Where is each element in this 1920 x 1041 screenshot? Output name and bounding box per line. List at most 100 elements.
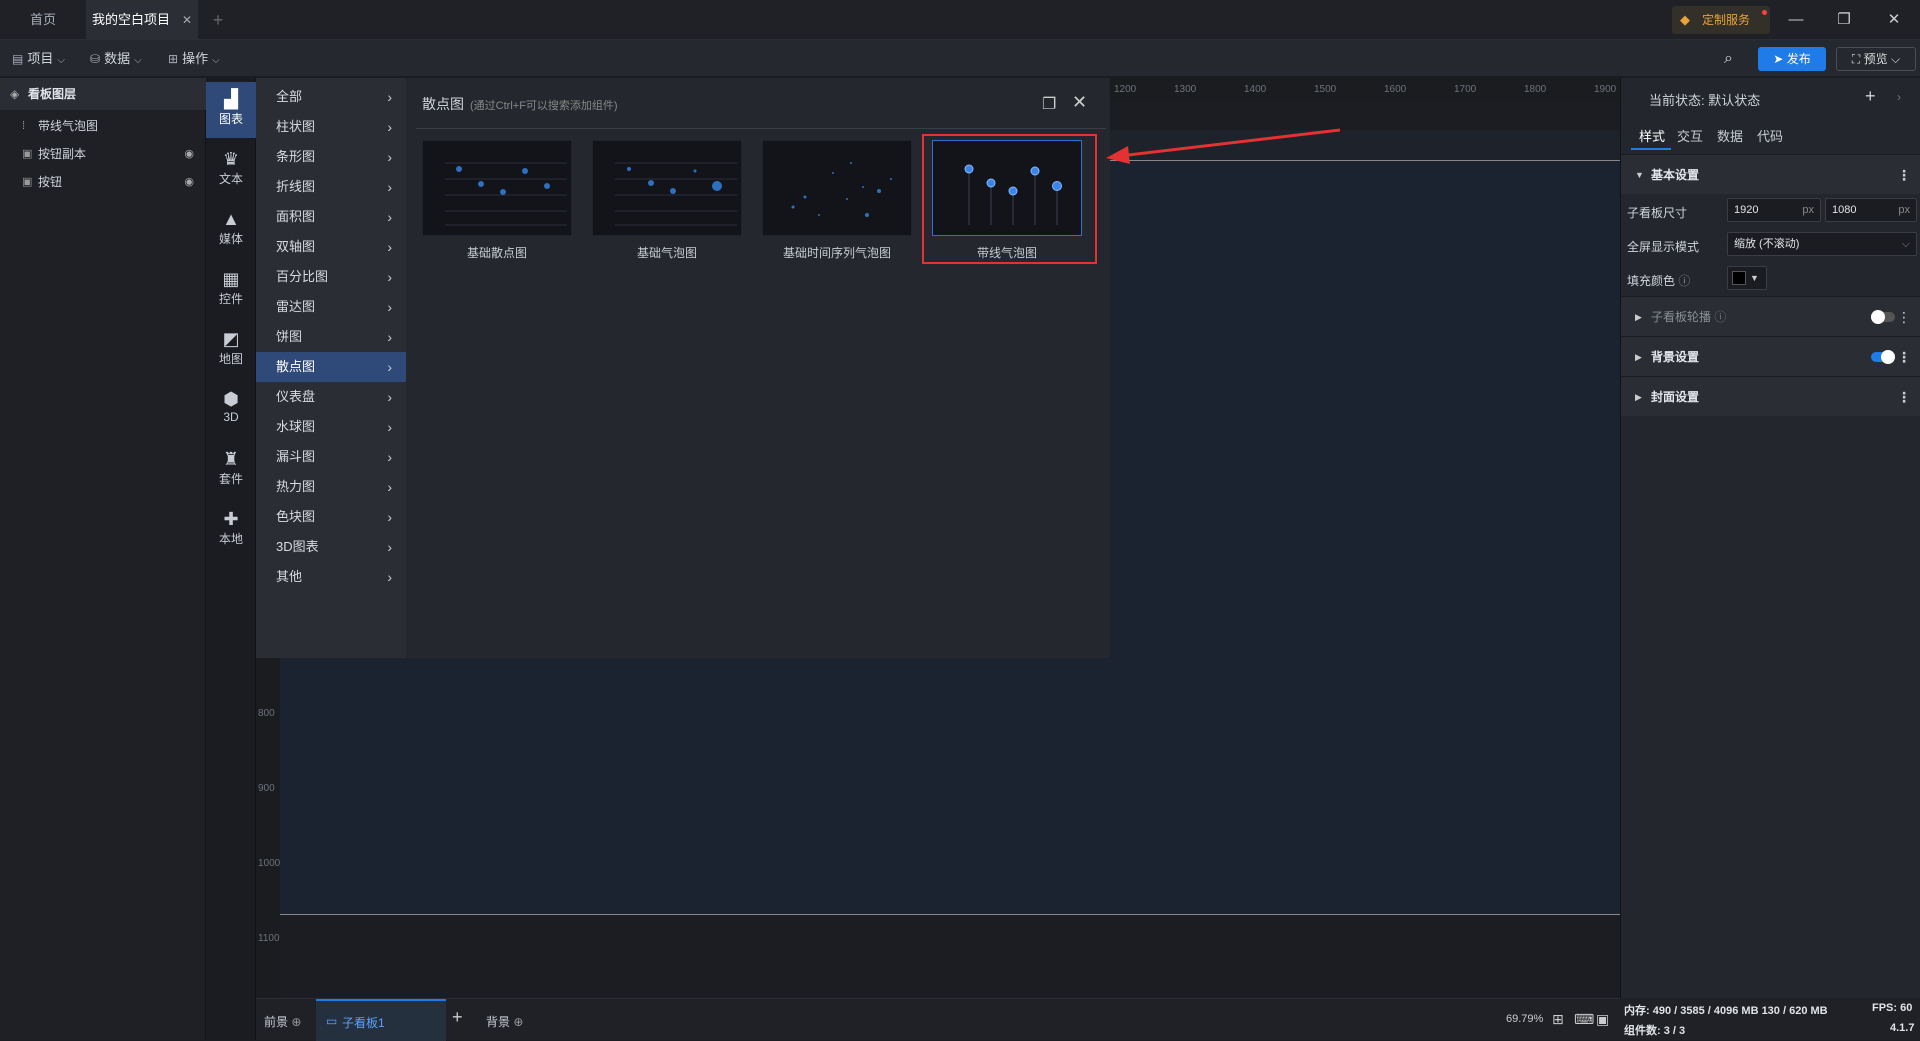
submenu-item[interactable]: 仪表盘 › xyxy=(256,382,406,412)
submenu-item[interactable]: 折线图 › xyxy=(256,172,406,202)
send-icon: ➤ xyxy=(1773,52,1787,66)
foreground-tab[interactable]: 前景 ⊕ xyxy=(264,1013,301,1030)
submenu-item[interactable]: 热力图 › xyxy=(256,472,406,502)
close-icon[interactable]: ✕ xyxy=(1072,92,1087,113)
cube-icon: ⬢ xyxy=(223,389,239,409)
more-icon[interactable]: ⋮ xyxy=(1897,297,1911,337)
minimize-icon[interactable]: — xyxy=(1784,8,1808,32)
subboard-tab[interactable]: ▭ 子看板1 xyxy=(316,999,446,1041)
submenu-label: 双轴图 xyxy=(276,239,316,254)
board-height-input[interactable]: 1080 px xyxy=(1825,198,1917,222)
ruler-tick-label: 900 xyxy=(258,783,275,794)
submenu-item[interactable]: 柱状图 › xyxy=(256,112,406,142)
submenu-item[interactable]: 面积图 › xyxy=(256,202,406,232)
section-basic-settings[interactable]: ▼ 基本设置 ⋮ xyxy=(1621,154,1920,194)
restore-icon[interactable]: ❐ xyxy=(1832,8,1856,32)
submenu-item[interactable]: 百分比图 › xyxy=(256,262,406,292)
component-card[interactable]: 基础散点图 xyxy=(422,140,572,261)
data-menu[interactable]: ⛁ 数据 ⌵ xyxy=(90,40,142,77)
eye-hidden-icon[interactable]: ◉ xyxy=(184,168,194,196)
tab-project[interactable]: 我的空白项目 ✕ xyxy=(86,0,198,40)
more-icon[interactable]: ⋮ xyxy=(1897,155,1911,195)
publish-label: 发布 xyxy=(1786,52,1811,66)
rail-item-map[interactable]: ◩ 地图 xyxy=(206,322,256,378)
card-thumbnail xyxy=(592,140,742,236)
toolbar: ▤ 项目 ⌵ ⛁ 数据 ⌵ ⊞ 操作 ⌵ ⌕ ➤ 发布 ⛶ 预览 ⌵ xyxy=(0,40,1920,77)
layer-item[interactable]: ▣ 按钮副本 ◉ xyxy=(0,140,206,168)
keyboard-icon[interactable]: ⌨ xyxy=(1574,1011,1594,1028)
submenu-item[interactable]: 饼图 › xyxy=(256,322,406,352)
operation-menu[interactable]: ⊞ 操作 ⌵ xyxy=(168,40,220,77)
rail-item-text[interactable]: ♛ 文本 xyxy=(206,142,256,198)
rail-item-media[interactable]: ▲ 媒体 xyxy=(206,202,256,258)
card-caption: 基础时间序列气泡图 xyxy=(782,246,891,260)
submenu-label: 3D图表 xyxy=(276,539,319,554)
section-cover-settings[interactable]: ▶ 封面设置 ⋮ xyxy=(1621,376,1920,416)
close-window-icon[interactable]: ✕ xyxy=(1882,8,1906,32)
custom-service-button[interactable]: ◆ 定制服务 xyxy=(1672,6,1770,34)
add-state-icon[interactable]: + xyxy=(1865,86,1876,107)
ruler-tick-label: 1300 xyxy=(1174,84,1197,95)
background-tab[interactable]: 背景 ⊕ xyxy=(486,1013,523,1030)
carousel-toggle[interactable] xyxy=(1871,310,1895,324)
chevron-down-icon: ⌵ xyxy=(134,55,142,66)
foreground-label: 前景 xyxy=(264,1015,289,1029)
copy-icon[interactable]: ❐ xyxy=(1042,94,1056,114)
scatter-chart-icon: ⁞ xyxy=(22,120,26,132)
help-icon[interactable]: ⓘ xyxy=(1678,274,1690,288)
zoom-level[interactable]: 69.79% xyxy=(1506,1013,1543,1025)
chevron-right-icon: › xyxy=(387,239,392,255)
rail-item-3d[interactable]: ⬢ 3D xyxy=(206,382,256,438)
rail-item-widget[interactable]: ▦ 控件 xyxy=(206,262,256,318)
submenu-item[interactable]: 散点图 › xyxy=(256,352,406,382)
rail-item-chart[interactable]: ▟ 图表 xyxy=(206,82,256,138)
chevron-right-icon: › xyxy=(387,419,392,435)
tab-home[interactable]: 首页 xyxy=(0,0,86,40)
eye-hidden-icon[interactable]: ◉ xyxy=(184,140,194,168)
preview-button[interactable]: ⛶ 预览 ⌵ xyxy=(1836,47,1916,71)
submenu-item[interactable]: 水球图 › xyxy=(256,412,406,442)
help-icon[interactable]: ⓘ xyxy=(1714,310,1726,324)
add-circle-icon[interactable]: ⊕ xyxy=(291,1015,301,1029)
publish-button[interactable]: ➤ 发布 xyxy=(1758,47,1826,71)
submenu-item[interactable]: 雷达图 › xyxy=(256,292,406,322)
add-board-button[interactable]: + xyxy=(452,1007,463,1028)
submenu-item[interactable]: 全部 › xyxy=(256,82,406,112)
tab-data[interactable]: 数据 xyxy=(1717,126,1743,145)
layer-item[interactable]: ⁞ 带线气泡图 xyxy=(0,112,206,140)
submenu-item[interactable]: 双轴图 › xyxy=(256,232,406,262)
board-width-input[interactable]: 1920 px xyxy=(1727,198,1821,222)
fullscreen-mode-select[interactable]: 缩放 (不滚动) ⌵ xyxy=(1727,232,1917,256)
tab-style[interactable]: 样式 xyxy=(1639,126,1665,145)
widget-icon: ▦ xyxy=(222,269,240,289)
tab-code[interactable]: 代码 xyxy=(1757,126,1783,145)
rail-item-kit[interactable]: ♜ 套件 xyxy=(206,442,256,498)
submenu-item[interactable]: 条形图 › xyxy=(256,142,406,172)
submenu-item[interactable]: 其他 › xyxy=(256,562,406,592)
top-ruler: 1200 1300 1400 1500 1600 1700 1800 1900 xyxy=(1110,78,1620,100)
close-icon[interactable]: ✕ xyxy=(182,13,192,27)
rail-label: 本地 xyxy=(218,532,243,546)
project-menu[interactable]: ▤ 项目 ⌵ xyxy=(12,40,65,77)
search-icon[interactable]: ⌕ xyxy=(1724,40,1733,77)
more-icon[interactable]: ⋮ xyxy=(1897,337,1911,377)
new-tab-button[interactable]: + xyxy=(206,0,230,40)
chevron-right-icon[interactable]: › xyxy=(1897,90,1901,104)
submenu-item[interactable]: 3D图表 › xyxy=(256,532,406,562)
submenu-item[interactable]: 色块图 › xyxy=(256,502,406,532)
submenu-item[interactable]: 漏斗图 › xyxy=(256,442,406,472)
terminal-icon[interactable]: ▣ xyxy=(1596,1011,1609,1028)
gallery-title: 散点图 xyxy=(422,96,464,112)
component-card[interactable]: 基础气泡图 xyxy=(592,140,742,261)
background-toggle[interactable] xyxy=(1871,350,1895,364)
submenu-label: 饼图 xyxy=(276,329,303,344)
rail-item-local[interactable]: ✚ 本地 xyxy=(206,502,256,558)
fullscreen-mode-label: 全屏显示模式 xyxy=(1627,240,1700,254)
component-card[interactable]: 基础时间序列气泡图 xyxy=(762,140,912,261)
add-circle-icon[interactable]: ⊕ xyxy=(513,1015,523,1029)
tab-interaction[interactable]: 交互 xyxy=(1677,126,1703,145)
more-icon[interactable]: ⋮ xyxy=(1897,377,1911,417)
fill-color-picker[interactable]: ▼ xyxy=(1727,266,1767,290)
layer-item[interactable]: ▣ 按钮 ◉ xyxy=(0,168,206,196)
fit-screen-icon[interactable]: ⊞ xyxy=(1552,1011,1564,1028)
